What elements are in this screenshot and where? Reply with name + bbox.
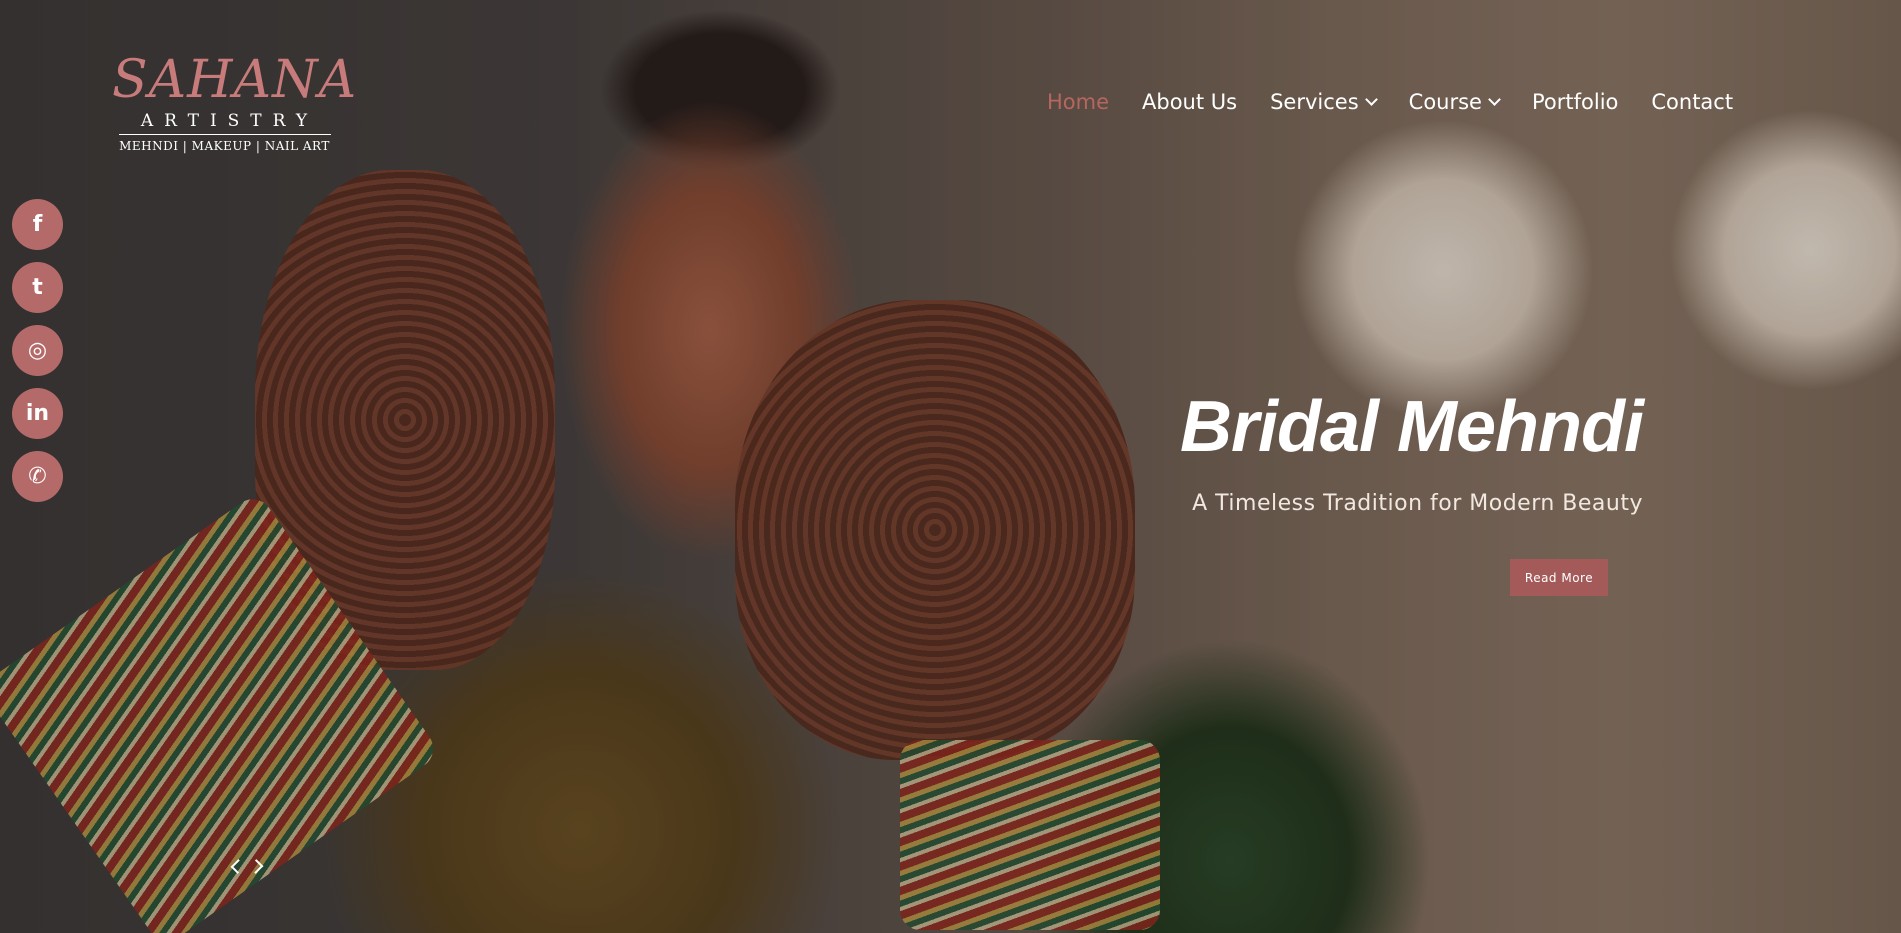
logo-subtitle: ARTISTRY (140, 111, 319, 131)
facebook-icon[interactable]: f (12, 199, 63, 250)
nav-about-us-label: About Us (1142, 90, 1238, 114)
nav-course[interactable]: Course (1408, 90, 1501, 114)
nav-services-label: Services (1270, 90, 1359, 114)
linkedin-icon[interactable]: in (12, 388, 63, 439)
whatsapp-icon[interactable]: ✆ (12, 451, 63, 502)
site-logo[interactable]: SAHANA ARTISTRY MEHNDI | MAKEUP | NAIL A… (112, 50, 358, 154)
social-links: f t ◎ in ✆ (12, 199, 63, 514)
slider-arrows (229, 852, 265, 880)
nav-contact[interactable]: Contact (1651, 90, 1733, 114)
nav-home-label: Home (1047, 90, 1110, 114)
read-more-button[interactable]: Read More (1510, 559, 1608, 596)
nav-home[interactable]: Home (1047, 90, 1109, 114)
nav-portfolio-label: Portfolio (1531, 90, 1619, 114)
nav-contact-label: Contact (1651, 90, 1734, 114)
nav-services[interactable]: Services (1270, 90, 1378, 114)
chevron-left-icon[interactable] (229, 852, 246, 880)
chevron-right-icon[interactable] (248, 852, 265, 880)
nav-course-label: Course (1408, 90, 1482, 114)
hero-subtitle: A Timeless Tradition for Modern Beauty (1192, 491, 1643, 516)
logo-wordmark: SAHANA (112, 50, 358, 110)
logo-divider (118, 134, 331, 135)
instagram-icon[interactable]: ◎ (12, 325, 63, 376)
nav-portfolio[interactable]: Portfolio (1532, 90, 1618, 114)
chevron-down-icon (1364, 92, 1378, 106)
main-navigation: Home About Us Services Course Portfolio … (1047, 90, 1733, 114)
hero-title: Bridal Mehndi (1179, 387, 1644, 467)
twitter-icon[interactable]: t (12, 262, 63, 313)
nav-about-us[interactable]: About Us (1142, 90, 1237, 114)
chevron-down-icon (1488, 92, 1501, 106)
logo-tagline: MEHNDI | MAKEUP | NAIL ART (119, 139, 330, 153)
